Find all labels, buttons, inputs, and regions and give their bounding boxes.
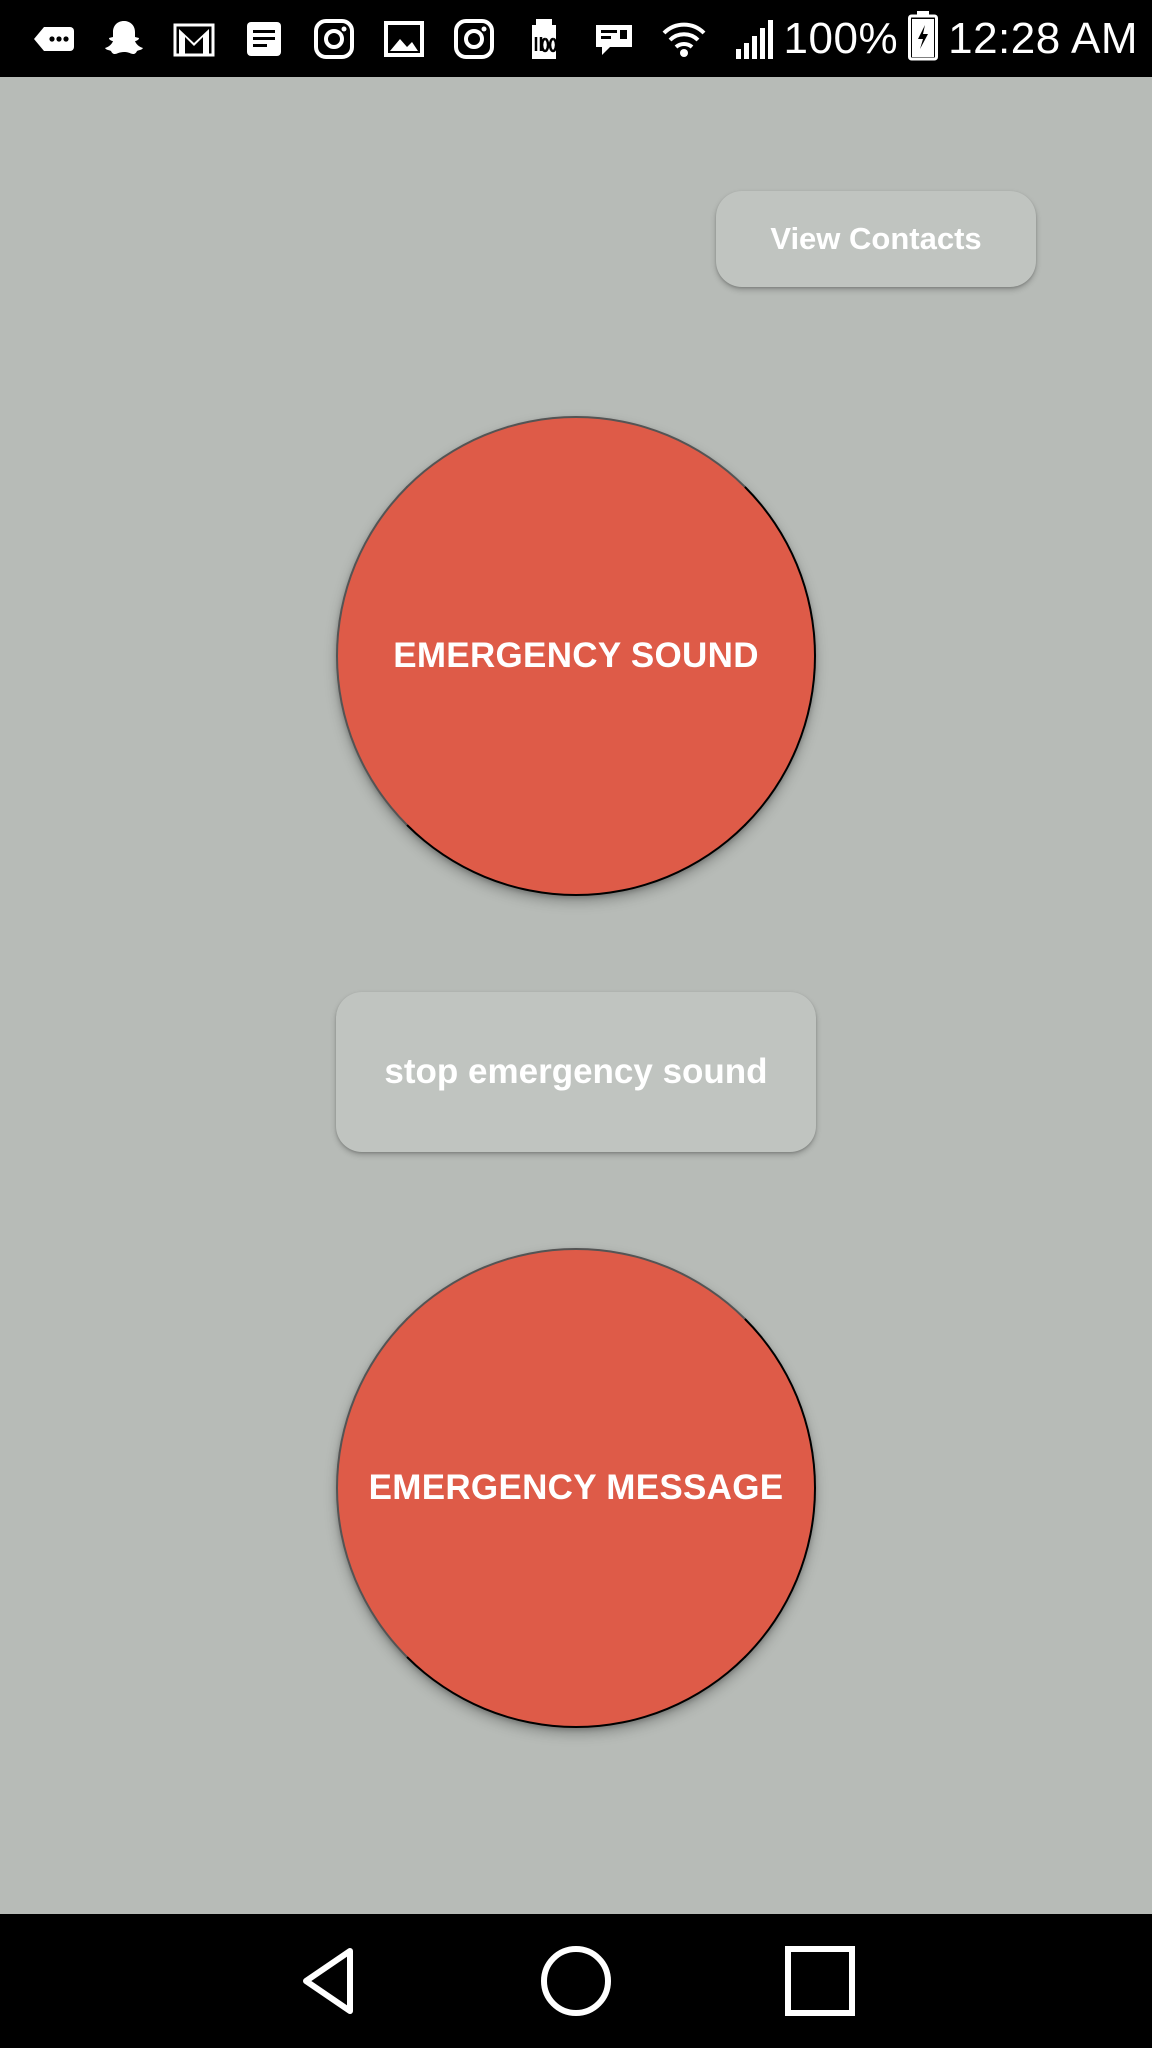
recents-icon[interactable] [772,1933,868,2029]
clock: 12:28 AM [948,13,1138,63]
snapchat-icon [100,15,148,63]
emergency-sound-button[interactable]: EMERGENCY SOUND [336,416,816,896]
storage-icon [520,15,568,63]
view-contacts-button[interactable]: View Contacts [716,191,1036,287]
app-content: View Contacts EMERGENCY SOUND stop emerg… [0,77,1152,1914]
emergency-message-button[interactable]: EMERGENCY MESSAGE [336,1248,816,1728]
status-right: 100% 12:28 AM [784,11,1138,66]
wifi-icon [660,15,708,63]
emergency-sound-label: EMERGENCY SOUND [393,636,759,675]
instagram-icon [450,15,498,63]
battery-charging-icon [908,11,939,66]
battery-percent: 100% [783,13,899,63]
home-icon[interactable] [528,1933,624,2029]
instagram-icon [310,15,358,63]
gallery-icon [380,15,428,63]
notification-icons [30,15,778,63]
news-icon [590,15,638,63]
back-icon[interactable] [284,1933,380,2029]
navigation-bar [0,1914,1152,2048]
status-bar: 100% 12:28 AM [0,0,1152,77]
stop-emergency-sound-button[interactable]: stop emergency sound [336,992,816,1152]
emergency-message-label: EMERGENCY MESSAGE [368,1468,784,1507]
signal-icon [730,15,778,63]
message-icon [30,15,78,63]
notes-icon [240,15,288,63]
gmail-icon [170,15,218,63]
